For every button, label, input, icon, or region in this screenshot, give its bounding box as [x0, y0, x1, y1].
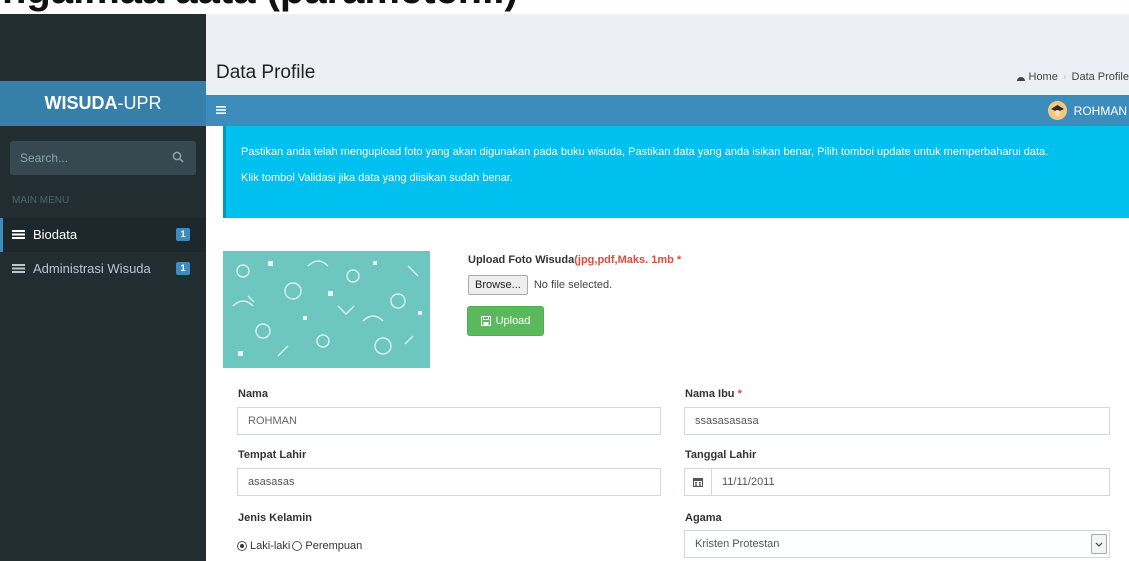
brand-logo[interactable]: WISUDA-UPR: [0, 81, 206, 126]
page-title: Data Profile: [216, 62, 316, 83]
caption: ngaimaa aata (parameter...): [0, 0, 1129, 14]
search-icon[interactable]: [172, 151, 184, 163]
save-icon: [480, 316, 491, 326]
brand-bold: WISUDA: [44, 93, 118, 113]
nama-ibu-label-text: Nama Ibu: [685, 388, 735, 400]
chevron-down-icon: [1095, 542, 1103, 547]
sidebar-item-administrasi-wisuda[interactable]: Administrasi Wisuda 1: [0, 252, 206, 286]
avatar[interactable]: [1048, 101, 1067, 120]
nama-ibu-field[interactable]: ssasasasasa: [684, 407, 1110, 435]
tempat-lahir-label: Tempat Lahir: [238, 449, 307, 461]
menu-header: MAIN MENU: [12, 195, 70, 206]
radio-label-perempuan: Perempuan: [305, 540, 363, 552]
list-icon: [12, 230, 25, 240]
upload-label-text: Upload Foto Wisuda: [468, 254, 575, 266]
sidebar-item-label: Biodata: [33, 227, 78, 242]
radio-laki-laki[interactable]: [237, 541, 247, 551]
agama-selected-value: Kristen Protestan: [695, 538, 780, 550]
breadcrumb: Home › Data Profile: [1016, 71, 1129, 83]
agama-label: Agama: [685, 512, 722, 524]
file-status: No file selected.: [533, 279, 613, 291]
upload-label-hint: (jpg,pdf,Maks. 1mb *: [574, 254, 682, 266]
info-alert: Pastikan anda telah mengupload foto yang…: [226, 126, 1129, 218]
breadcrumb-home[interactable]: Home: [1029, 71, 1058, 83]
profile-photo: [223, 251, 430, 368]
dashboard-icon: [1016, 77, 1025, 81]
sidebar-item-biodata[interactable]: Biodata 1: [0, 218, 206, 252]
agama-select[interactable]: Kristen Protestan: [684, 530, 1110, 558]
main-content: Pastikan anda telah mengupload foto yang…: [206, 126, 1129, 561]
breadcrumb-separator: ›: [1062, 71, 1067, 83]
nama-ibu-label: Nama Ibu *: [685, 388, 742, 400]
sidebar-search: [10, 141, 196, 175]
required-marker: *: [737, 388, 742, 400]
brand-rest: -UPR: [117, 93, 162, 113]
tempat-lahir-field[interactable]: asasasas: [237, 468, 661, 496]
content-header: Data Profile Home › Data Profile: [206, 14, 1129, 95]
photo-pattern-image: [223, 251, 430, 368]
list-icon: [12, 264, 25, 274]
upload-button-label: Upload: [495, 315, 531, 327]
top-navbar: ROHMAN: [206, 95, 1129, 126]
count-badge: 1: [176, 262, 190, 275]
file-input[interactable]: Browse... No file selected.: [468, 275, 612, 295]
tanggal-lahir-label: Tanggal Lahir: [685, 449, 757, 461]
count-badge: 1: [176, 228, 190, 241]
upload-label: Upload Foto Wisuda(jpg,pdf,Maks. 1mb *: [468, 254, 681, 266]
user-name[interactable]: ROHMAN: [1074, 104, 1127, 118]
dropdown-arrow[interactable]: [1091, 534, 1107, 554]
calendar-icon: [693, 478, 703, 487]
jenis-kelamin-label: Jenis Kelamin: [238, 512, 312, 524]
radio-perempuan[interactable]: [292, 541, 303, 551]
upload-button[interactable]: Upload: [467, 306, 544, 336]
radio-label-laki-laki: Laki-laki: [250, 540, 291, 552]
breadcrumb-current: Data Profile: [1071, 71, 1129, 83]
tanggal-lahir-field[interactable]: 11/11/2011: [684, 468, 1110, 496]
sidebar-item-label: Administrasi Wisuda: [33, 261, 151, 276]
user-avatar-icon: [1048, 101, 1067, 120]
gender-radio-group: Laki-laki Perempuan: [237, 540, 362, 552]
tanggal-lahir-value: 11/11/2011: [722, 476, 775, 488]
nama-label: Nama: [238, 388, 268, 400]
search-input[interactable]: [10, 141, 160, 175]
alert-text: Klik tombol Validasi jika data yang diis…: [241, 172, 513, 184]
menu-toggle-icon[interactable]: [216, 105, 226, 115]
calendar-addon: [685, 469, 712, 495]
browse-button[interactable]: Browse...: [468, 275, 528, 295]
nama-field[interactable]: ROHMAN: [237, 407, 661, 435]
alert-text: Pastikan anda telah mengupload foto yang…: [241, 146, 1049, 158]
